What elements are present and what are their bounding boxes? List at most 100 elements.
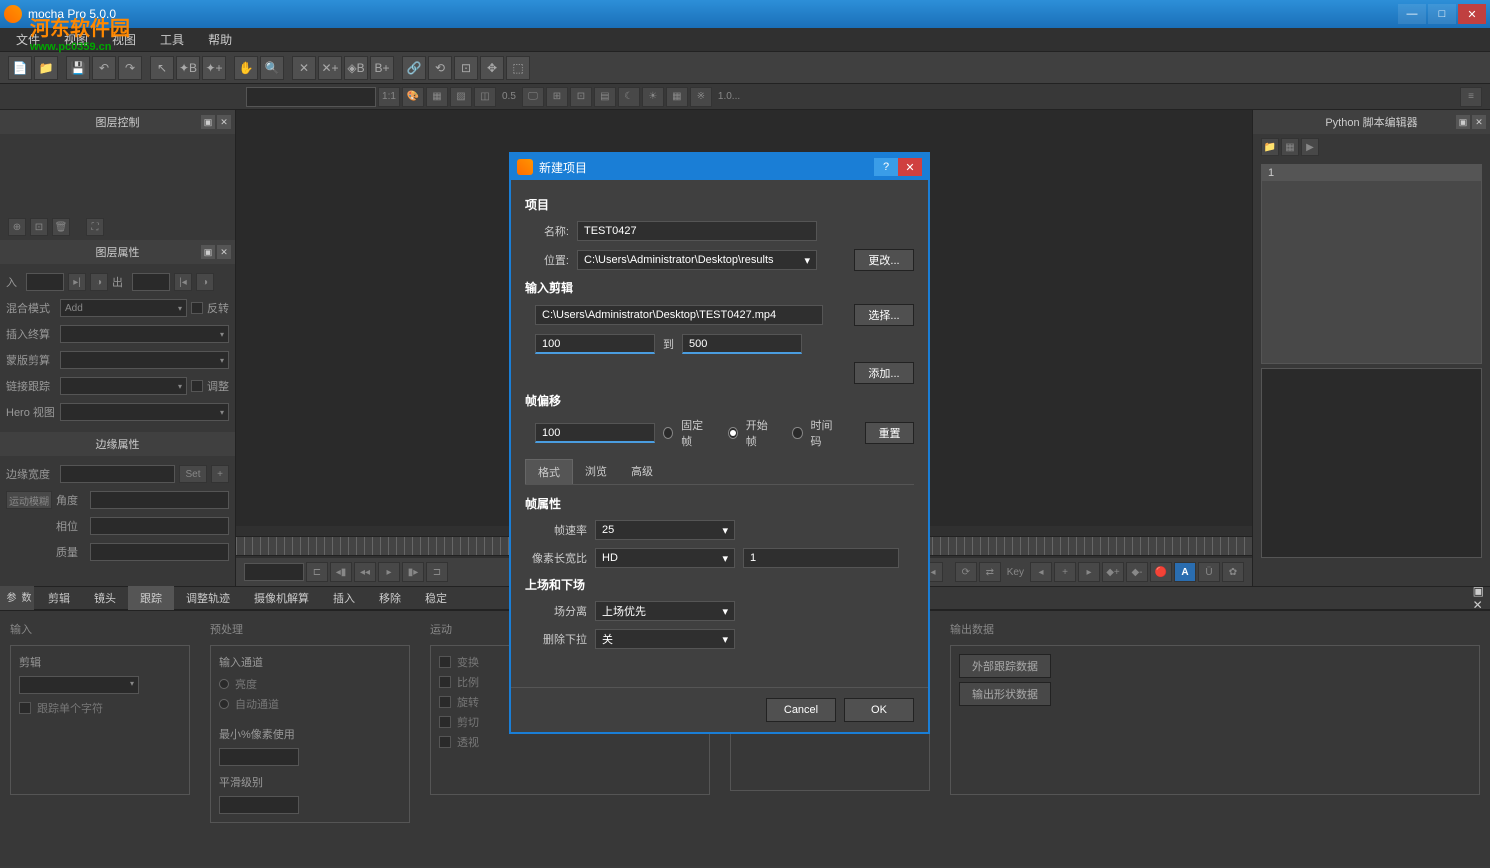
overlay-icon[interactable]: ◫ xyxy=(474,87,496,107)
in-set-icon[interactable]: ▸| xyxy=(68,273,86,291)
out-frame-input[interactable] xyxy=(682,334,802,354)
xspline-plus-icon[interactable]: ✕+ xyxy=(318,56,342,80)
bspline-icon[interactable]: ◈B xyxy=(344,56,368,80)
open-icon[interactable]: 📁 xyxy=(34,56,58,80)
link-icon[interactable]: 🔗 xyxy=(402,56,426,80)
insert-combo[interactable] xyxy=(60,325,229,343)
track-single-checkbox[interactable] xyxy=(19,702,31,714)
tab-camera[interactable]: 摄像机解算 xyxy=(242,586,321,610)
pointer-icon[interactable]: ↖ xyxy=(150,56,174,80)
matte-combo[interactable] xyxy=(60,351,229,369)
play-icon[interactable]: ▸ xyxy=(378,562,400,582)
link-combo[interactable] xyxy=(60,377,187,395)
angle-input[interactable] xyxy=(90,491,229,509)
undock-icon[interactable]: ▣ xyxy=(201,245,215,259)
auto-radio[interactable] xyxy=(219,699,229,709)
current-frame-input[interactable] xyxy=(244,563,304,581)
tab-stable[interactable]: 稳定 xyxy=(413,586,459,610)
a-icon[interactable]: A xyxy=(1174,562,1196,582)
step-fwd-icon[interactable]: ▮▸ xyxy=(402,562,424,582)
alpha-icon[interactable]: ▨ xyxy=(450,87,472,107)
tab-clip[interactable]: 剪辑 xyxy=(36,586,82,610)
remove-pulldown-combo[interactable]: 关 xyxy=(595,629,735,649)
invert-checkbox[interactable] xyxy=(191,302,203,314)
layer-copy-icon[interactable]: ⊡ xyxy=(30,218,48,236)
moon-icon[interactable]: ☾ xyxy=(618,87,640,107)
menu-tools[interactable]: 工具 xyxy=(148,31,196,48)
py-grid-icon[interactable]: ▦ xyxy=(1281,138,1299,156)
redo-icon[interactable]: ↷ xyxy=(118,56,142,80)
in-key-icon[interactable]: ◑ xyxy=(90,273,108,291)
par-combo[interactable]: HD xyxy=(595,548,735,568)
goto-end-icon[interactable]: ⊐ xyxy=(426,562,448,582)
project-name-input[interactable] xyxy=(577,221,817,241)
py-open-icon[interactable]: 📁 xyxy=(1261,138,1279,156)
out-input[interactable] xyxy=(132,273,170,291)
luma-radio[interactable] xyxy=(219,679,229,689)
adjust-checkbox[interactable] xyxy=(191,380,203,392)
step-back-icon[interactable]: ◂▮ xyxy=(330,562,352,582)
bspline-plus-icon[interactable]: B+ xyxy=(370,56,394,80)
rotate-checkbox[interactable] xyxy=(439,696,451,708)
cancel-button[interactable]: Cancel xyxy=(766,698,836,722)
par-num-input[interactable] xyxy=(743,548,899,568)
location-combo[interactable]: C:\Users\Administrator\Desktop\results xyxy=(577,250,817,270)
layer-new-icon[interactable]: ⊕ xyxy=(8,218,26,236)
in-frame-input[interactable] xyxy=(535,334,655,354)
layer-icon[interactable]: ▤ xyxy=(594,87,616,107)
manual-key-icon[interactable]: ✿ xyxy=(1222,562,1244,582)
uberkey-icon[interactable]: Ü xyxy=(1198,562,1220,582)
in-input[interactable] xyxy=(26,273,64,291)
fps-combo[interactable]: 25 xyxy=(595,520,735,540)
autokey-icon[interactable]: 🔴 xyxy=(1150,562,1172,582)
key-prev-icon[interactable]: ◂ xyxy=(1030,562,1052,582)
hero-combo[interactable] xyxy=(60,403,229,421)
undo-icon[interactable]: ↶ xyxy=(92,56,116,80)
grid-icon[interactable]: ⊞ xyxy=(546,87,568,107)
export-track-button[interactable]: 外部跟踪数据 xyxy=(959,654,1051,678)
field-sep-combo[interactable]: 上场优先 xyxy=(595,601,735,621)
change-button[interactable]: 更改... xyxy=(854,249,914,271)
menu-file[interactable]: 文件 xyxy=(4,31,52,48)
tab-params[interactable]: 参数 xyxy=(0,586,34,610)
add-button[interactable]: 添加... xyxy=(854,362,914,384)
min-pct-input[interactable] xyxy=(219,748,299,766)
layer-group-icon[interactable]: ⛶ xyxy=(86,218,104,236)
layer-delete-icon[interactable]: 🗑 xyxy=(52,218,70,236)
rgb-icon[interactable]: ▦ xyxy=(426,87,448,107)
set-button[interactable]: Set xyxy=(179,465,207,483)
play-back-icon[interactable]: ◂◂ xyxy=(354,562,376,582)
tab-preview[interactable]: 浏览 xyxy=(573,459,619,484)
maximize-button[interactable]: □ xyxy=(1428,4,1456,24)
close-panel-icon[interactable]: ✕ xyxy=(1473,598,1484,612)
clip-path-input[interactable] xyxy=(535,305,823,325)
python-list[interactable]: 1 xyxy=(1261,164,1482,364)
undock-icon[interactable]: ▣ xyxy=(1473,584,1484,598)
move-icon[interactable]: ✥ xyxy=(480,56,504,80)
ratio-btn[interactable]: 1:1 xyxy=(378,87,400,107)
guides-icon[interactable]: ⊡ xyxy=(570,87,592,107)
fixed-radio[interactable] xyxy=(663,427,673,439)
tab-track[interactable]: 跟踪 xyxy=(128,586,174,610)
bezier-add-icon[interactable]: ✦B xyxy=(176,56,200,80)
close-panel-icon[interactable]: ✕ xyxy=(217,115,231,129)
shear-checkbox[interactable] xyxy=(439,716,451,728)
clip-selector[interactable] xyxy=(246,87,376,107)
transform-checkbox[interactable] xyxy=(439,656,451,668)
ok-button[interactable]: OK xyxy=(844,698,914,722)
menu-view-a[interactable]: 视图 xyxy=(52,31,100,48)
key-add-icon[interactable]: + xyxy=(1054,562,1076,582)
trace-icon[interactable]: ※ xyxy=(690,87,712,107)
hand-icon[interactable]: ✋ xyxy=(234,56,258,80)
out-key-icon[interactable]: ◑ xyxy=(196,273,214,291)
close-button[interactable]: ✕ xyxy=(1458,4,1486,24)
select-button[interactable]: 选择... xyxy=(854,304,914,326)
loop-icon[interactable]: ⟳ xyxy=(955,562,977,582)
edge-width-input[interactable] xyxy=(60,465,175,483)
blend-combo[interactable]: Add xyxy=(60,299,187,317)
py-run-icon[interactable]: ▶ xyxy=(1301,138,1319,156)
scale-icon[interactable]: ⊡ xyxy=(454,56,478,80)
close-panel-icon[interactable]: ✕ xyxy=(1472,115,1486,129)
rotate-icon[interactable]: ⟲ xyxy=(428,56,452,80)
viewer-settings-icon[interactable]: ≡ xyxy=(1460,87,1482,107)
